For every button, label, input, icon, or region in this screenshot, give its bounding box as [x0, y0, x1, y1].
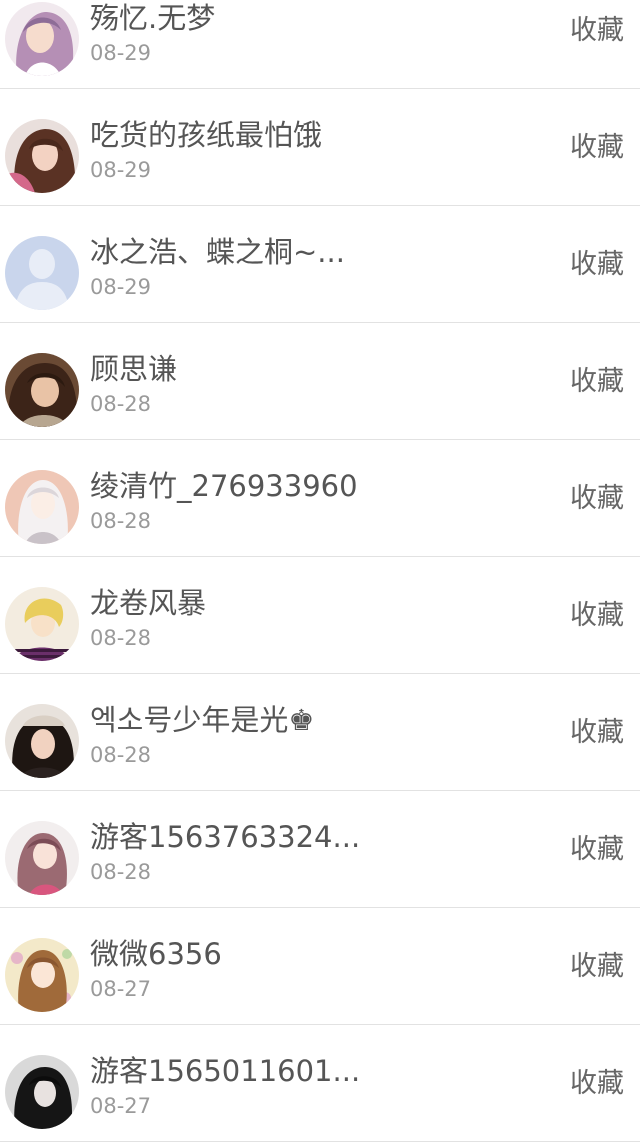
favorite-date: 08-29 — [90, 275, 152, 299]
favorite-date: 08-28 — [90, 392, 152, 416]
list-item[interactable]: 엑소号少年是光♚ 08-28 收藏 — [0, 674, 640, 791]
list-item[interactable]: 顾思谦 08-28 收藏 — [0, 323, 640, 440]
favorite-button[interactable]: 收藏 — [570, 716, 624, 750]
user-name: 游客1565011601... — [90, 1054, 361, 1088]
list-item[interactable]: 游客1565011601... 08-27 收藏 — [0, 1025, 640, 1142]
list-item[interactable]: 游客1563763324... 08-28 收藏 — [0, 791, 640, 908]
anime-boy-avatar[interactable] — [5, 587, 79, 661]
user-name: 엑소号少年是光♚ — [90, 703, 315, 737]
user-name: 吃货的孩纸最怕饿 — [90, 118, 323, 152]
favorite-date: 08-29 — [90, 41, 152, 65]
favorite-button[interactable]: 收藏 — [570, 248, 624, 282]
favorite-date: 08-28 — [90, 626, 152, 650]
default-user-avatar[interactable] — [5, 236, 79, 310]
user-name: 殇忆.无梦 — [90, 1, 216, 35]
girl-photo-avatar[interactable] — [5, 119, 79, 193]
user-name: 微微6356 — [90, 937, 222, 971]
list-item[interactable]: 冰之浩、蝶之桐~... 08-29 收藏 — [0, 206, 640, 323]
anime-girl-avatar[interactable] — [5, 821, 79, 895]
anime-girl-avatar[interactable] — [5, 2, 79, 76]
favorite-date: 08-28 — [90, 509, 152, 533]
favorite-date: 08-28 — [90, 860, 152, 884]
favorite-button[interactable]: 收藏 — [570, 833, 624, 867]
user-name: 冰之浩、蝶之桐~... — [90, 235, 345, 269]
favorites-list: 殇忆.无梦 08-29 收藏 吃货的孩纸最怕饿 08-29 收藏 冰之浩、蝶之桐… — [0, 0, 640, 1142]
list-item[interactable]: 殇忆.无梦 08-29 收藏 — [0, 0, 640, 89]
list-item[interactable]: 吃货的孩纸最怕饿 08-29 收藏 — [0, 89, 640, 206]
favorite-button[interactable]: 收藏 — [570, 599, 624, 633]
favorite-date: 08-27 — [90, 977, 152, 1001]
favorite-button[interactable]: 收藏 — [570, 365, 624, 399]
user-name: 龙卷风暴 — [90, 586, 207, 620]
anime-girl-avatar[interactable] — [5, 470, 79, 544]
anime-girl-avatar[interactable] — [5, 938, 79, 1012]
user-name: 绫清竹_276933960 — [90, 469, 358, 503]
favorite-button[interactable]: 收藏 — [570, 482, 624, 516]
favorite-date: 08-29 — [90, 158, 152, 182]
girl-photo-avatar[interactable] — [5, 353, 79, 427]
favorite-button[interactable]: 收藏 — [570, 14, 624, 48]
list-item[interactable]: 绫清竹_276933960 08-28 收藏 — [0, 440, 640, 557]
favorite-button[interactable]: 收藏 — [570, 131, 624, 165]
girl-photo-avatar[interactable] — [5, 1055, 79, 1129]
list-item[interactable]: 微微6356 08-27 收藏 — [0, 908, 640, 1025]
favorite-button[interactable]: 收藏 — [570, 1067, 624, 1101]
user-name: 顾思谦 — [90, 352, 178, 386]
favorite-date: 08-27 — [90, 1094, 152, 1118]
user-name: 游客1563763324... — [90, 820, 361, 854]
list-item[interactable]: 龙卷风暴 08-28 收藏 — [0, 557, 640, 674]
favorite-date: 08-28 — [90, 743, 152, 767]
girl-photo-avatar[interactable] — [5, 704, 79, 778]
favorite-button[interactable]: 收藏 — [570, 950, 624, 984]
